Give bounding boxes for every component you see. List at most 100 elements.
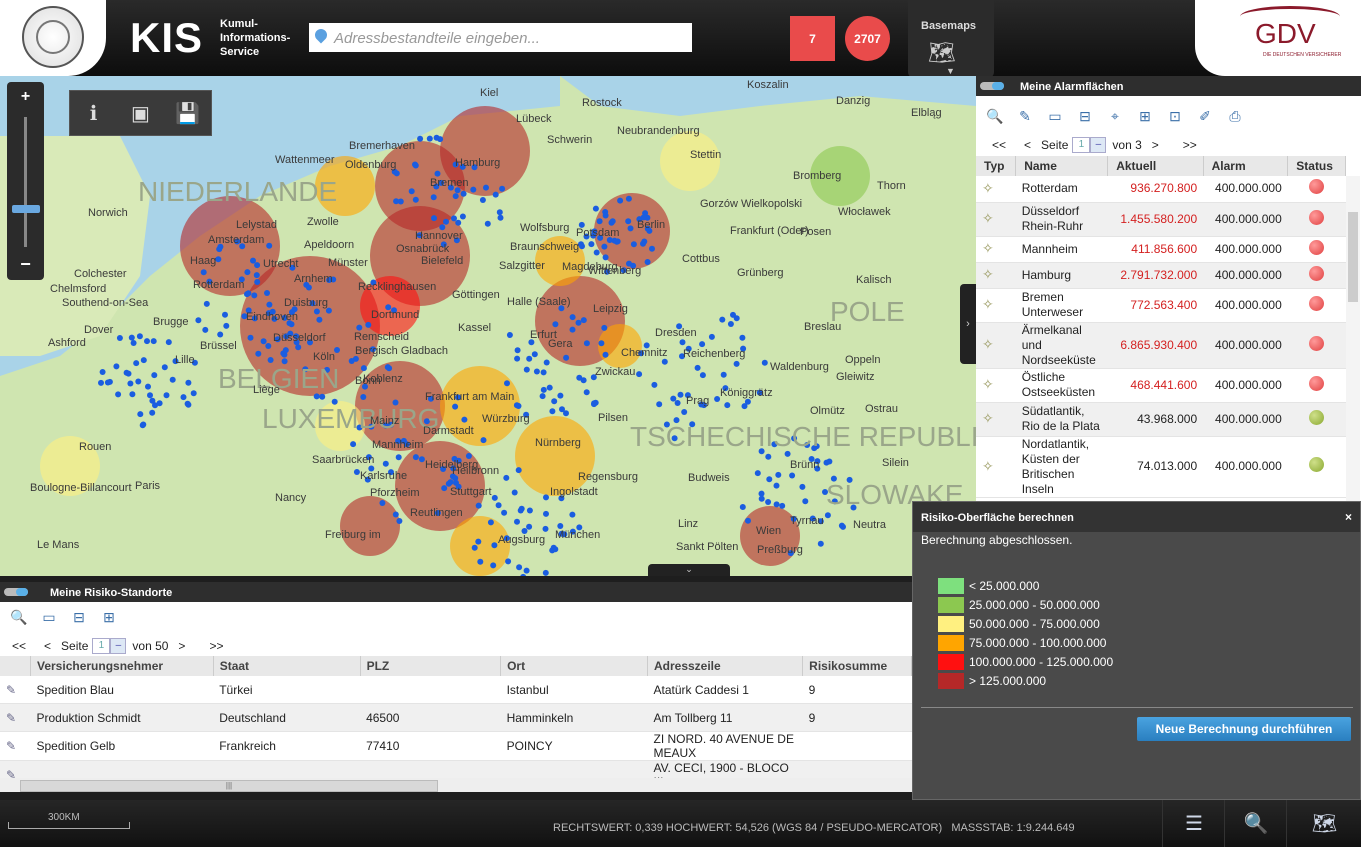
risk-location-point[interactable]: [496, 209, 503, 216]
risk-location-point[interactable]: [551, 398, 558, 405]
risk-location-point[interactable]: [408, 188, 415, 195]
page-stepper[interactable]: –: [110, 638, 127, 654]
risk-location-point[interactable]: [437, 136, 444, 143]
address-search-input[interactable]: Adressbestandteile eingeben...: [309, 23, 692, 52]
risk-location-point[interactable]: [295, 344, 302, 351]
risk-location-point[interactable]: [559, 406, 565, 413]
column-header[interactable]: Name: [1015, 156, 1109, 176]
search-list-icon[interactable]: 🔍: [4, 604, 34, 630]
risk-location-point[interactable]: [526, 523, 533, 530]
risk-location-point[interactable]: [99, 369, 106, 375]
risk-location-point[interactable]: [745, 517, 751, 524]
table-row[interactable]: ✎ Spedition Gelb Frankreich 77410 POINCY ZI N…: [0, 731, 912, 761]
risk-location-point[interactable]: [417, 135, 424, 142]
table-row[interactable]: ✧ Hamburg 2.791.732.000 400.000.000: [976, 262, 1346, 289]
page-number-input[interactable]: 1: [1072, 137, 1091, 153]
risk-location-point[interactable]: [802, 498, 809, 505]
risk-location-point[interactable]: [542, 525, 549, 532]
risk-location-point[interactable]: [557, 392, 564, 399]
locate-icon[interactable]: ⌖: [1100, 103, 1130, 129]
risk-location-point[interactable]: [598, 340, 605, 347]
risk-location-point[interactable]: [531, 351, 538, 358]
risk-location-point[interactable]: [412, 161, 418, 168]
risk-location-point[interactable]: [461, 416, 468, 423]
table-row[interactable]: ✎ Spedition Blau Türkei Istanbul Atatürk Cad…: [0, 676, 912, 704]
risk-location-point[interactable]: [260, 338, 267, 345]
risk-location-point[interactable]: [266, 242, 273, 249]
risk-location-point[interactable]: [773, 501, 780, 508]
risk-location-point[interactable]: [799, 483, 806, 490]
risk-location-point[interactable]: [765, 453, 772, 460]
risk-location-point[interactable]: [641, 238, 648, 245]
risk-location-point[interactable]: [200, 269, 207, 276]
risk-location-point[interactable]: [602, 351, 609, 358]
risk-location-point[interactable]: [649, 245, 655, 252]
risk-location-point[interactable]: [185, 379, 192, 386]
collapse-right-panel-button[interactable]: ›: [960, 284, 976, 364]
risk-location-point[interactable]: [518, 505, 525, 512]
risk-location-point[interactable]: [217, 331, 224, 338]
scrollbar-thumb[interactable]: [1348, 212, 1358, 302]
risk-location-point[interactable]: [145, 383, 151, 390]
risk-location-point[interactable]: [526, 507, 533, 514]
risk-location-point[interactable]: [244, 291, 250, 298]
column-header[interactable]: PLZ: [360, 656, 502, 676]
risk-location-point[interactable]: [824, 512, 831, 519]
risk-location-point[interactable]: [356, 324, 363, 331]
risk-location-point[interactable]: [426, 135, 433, 142]
risk-location-point[interactable]: [644, 259, 651, 265]
table-row[interactable]: ✧ Ärmelkanal und Nordseeküste 6.865.930.40…: [976, 322, 1346, 369]
risk-location-point[interactable]: [733, 315, 740, 322]
risk-location-point[interactable]: [609, 218, 616, 225]
risk-location-point[interactable]: [156, 400, 163, 407]
collapse-bottom-panel-button[interactable]: ⌄: [648, 564, 730, 576]
risk-location-point[interactable]: [483, 184, 489, 191]
risk-location-point[interactable]: [480, 437, 487, 444]
risk-location-point[interactable]: [491, 542, 498, 549]
window-icon[interactable]: ▭: [1040, 103, 1070, 129]
image-icon[interactable]: ▣: [117, 91, 164, 135]
risk-location-point[interactable]: [661, 358, 668, 365]
risk-location-point[interactable]: [779, 502, 786, 509]
risk-location-point[interactable]: [254, 262, 261, 269]
window-icon[interactable]: ▭: [34, 604, 64, 630]
table-row[interactable]: ✧ Bremen Unterweser 772.563.400 400.000.000: [976, 288, 1346, 323]
risk-location-point[interactable]: [202, 326, 209, 333]
zoom-slider-handle[interactable]: [12, 205, 40, 213]
risk-location-point[interactable]: [431, 215, 437, 222]
risk-location-point[interactable]: [459, 213, 466, 220]
risk-location-point[interactable]: [733, 360, 740, 367]
risk-location-point[interactable]: [765, 499, 772, 505]
risk-location-point[interactable]: [147, 392, 153, 399]
page-number-input[interactable]: 1: [92, 638, 111, 654]
risk-location-point[interactable]: [540, 369, 547, 376]
risk-location-point[interactable]: [514, 347, 521, 354]
risk-location-point[interactable]: [360, 394, 367, 400]
scrollbar-thumb[interactable]: |||: [20, 780, 438, 792]
risk-location-point[interactable]: [503, 474, 510, 481]
risk-location-point[interactable]: [506, 332, 513, 338]
risk-location-point[interactable]: [523, 567, 530, 574]
risk-location-point[interactable]: [475, 538, 482, 545]
risk-location-point[interactable]: [592, 205, 599, 212]
locations-hscrollbar[interactable]: |||: [0, 778, 912, 792]
risk-location-point[interactable]: [596, 218, 603, 225]
risk-location-point[interactable]: [569, 314, 576, 321]
risk-location-point[interactable]: [195, 317, 202, 324]
next-page-button[interactable]: >: [178, 639, 185, 653]
prev-page-button[interactable]: <: [1024, 138, 1031, 152]
column-header[interactable]: Adresszeile: [647, 656, 804, 676]
risk-location-point[interactable]: [434, 170, 441, 177]
edit-icon[interactable]: ✎: [0, 703, 31, 732]
risk-location-point[interactable]: [694, 364, 701, 371]
risk-location-point[interactable]: [497, 214, 504, 221]
risk-location-point[interactable]: [470, 186, 477, 193]
risk-location-point[interactable]: [484, 220, 491, 227]
risk-location-point[interactable]: [125, 370, 132, 377]
risk-location-point[interactable]: [479, 197, 486, 203]
risk-location-point[interactable]: [552, 321, 559, 328]
risk-location-point[interactable]: [575, 319, 582, 326]
risk-location-point[interactable]: [348, 358, 355, 364]
risk-location-point[interactable]: [460, 190, 467, 197]
risk-location-point[interactable]: [130, 340, 137, 346]
